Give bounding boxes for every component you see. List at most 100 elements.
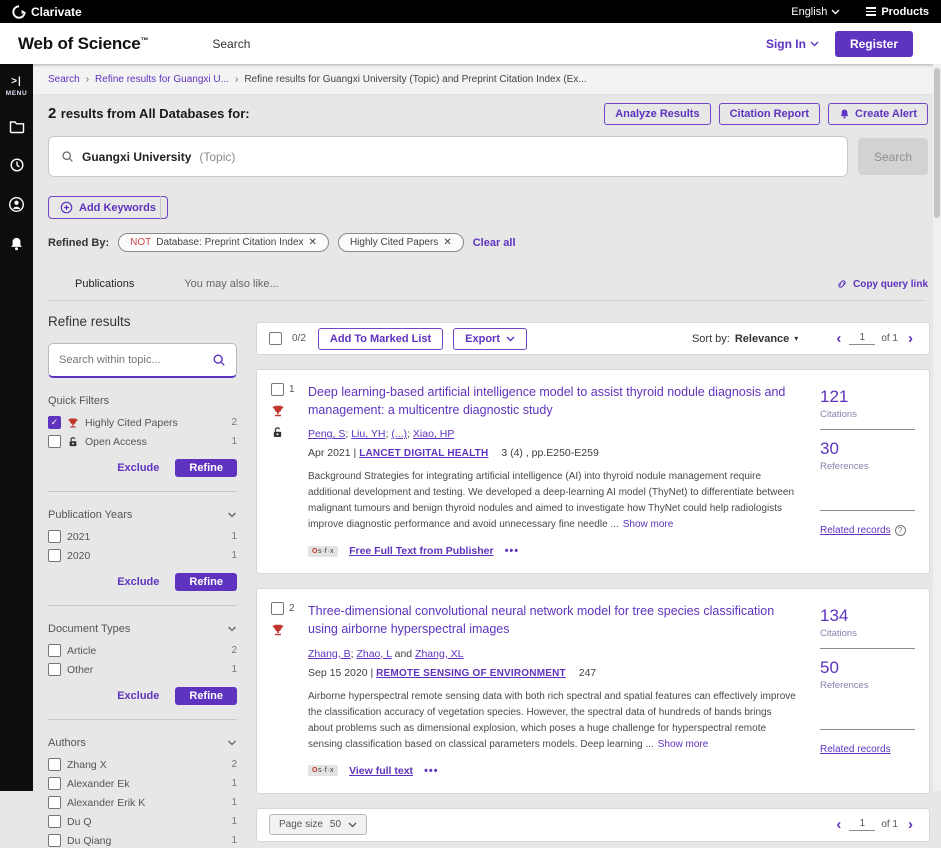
account-icon[interactable] xyxy=(8,196,25,213)
checkbox-author[interactable] xyxy=(48,834,61,847)
result-checkbox[interactable] xyxy=(271,602,284,615)
help-icon[interactable]: ? xyxy=(895,525,906,536)
open-access-lock-icon xyxy=(271,426,284,439)
menu-expand-icon[interactable]: >| xyxy=(11,76,22,87)
facet-item-author: Du Qiang 1 xyxy=(48,833,237,848)
tab-you-may-also-like[interactable]: You may also like... xyxy=(184,278,278,290)
journal-link[interactable]: LANCET DIGITAL HEALTH xyxy=(359,448,488,459)
author-link[interactable]: Zhang, B xyxy=(308,648,351,660)
checkbox-author[interactable] xyxy=(48,777,61,790)
facet-label[interactable]: Other xyxy=(67,664,93,676)
author-link[interactable]: Zhang, XL xyxy=(415,648,463,660)
prev-page-icon[interactable]: ‹ xyxy=(832,330,845,347)
checkbox-highly-cited[interactable] xyxy=(48,416,61,429)
refine-button[interactable]: Refine xyxy=(175,687,237,705)
sfx-resolver-badge[interactable]: Os·f·x xyxy=(308,765,338,776)
facet-label[interactable]: Highly Cited Papers xyxy=(85,417,178,429)
create-alert-label: Create Alert xyxy=(855,108,917,120)
checkbox-open-access[interactable] xyxy=(48,435,61,448)
facet-label[interactable]: Zhang X xyxy=(67,759,107,771)
full-text-link[interactable]: Free Full Text from Publisher xyxy=(349,545,494,557)
full-text-link[interactable]: View full text xyxy=(349,765,413,777)
refine-button[interactable]: Refine xyxy=(175,573,237,591)
products-menu[interactable]: Products xyxy=(866,6,929,18)
select-all-checkbox[interactable] xyxy=(269,332,282,345)
copy-query-link[interactable]: Copy query link xyxy=(836,278,928,290)
refine-button[interactable]: Refine xyxy=(175,459,237,477)
add-to-marked-list-button[interactable]: Add To Marked List xyxy=(318,328,443,350)
search-query-box[interactable]: Guangxi University (Topic) xyxy=(48,136,848,177)
search-button[interactable]: Search xyxy=(858,138,928,175)
sign-in-link[interactable]: Sign In xyxy=(766,37,819,51)
remove-filter-icon[interactable]: ✕ xyxy=(309,237,317,248)
results-summary: 2 results from All Databases for: xyxy=(48,105,250,123)
breadcrumb-refine-short[interactable]: Refine results for Guangxi U... xyxy=(95,74,229,85)
checkbox-other[interactable] xyxy=(48,663,61,676)
remove-filter-icon[interactable]: ✕ xyxy=(443,237,451,248)
language-selector[interactable]: English xyxy=(791,6,840,18)
page-number-input[interactable]: 1 xyxy=(849,332,875,345)
scrollbar-thumb[interactable] xyxy=(934,68,940,218)
breadcrumb-search[interactable]: Search xyxy=(48,74,80,85)
pill-text: Database: Preprint Citation Index xyxy=(156,237,303,248)
page-number-input[interactable]: 1 xyxy=(849,818,875,831)
create-alert-button[interactable]: Create Alert xyxy=(828,103,928,125)
author-link[interactable]: Xiao, HP xyxy=(413,428,454,440)
related-records-link[interactable]: Related records xyxy=(820,525,891,536)
facet-label[interactable]: 2021 xyxy=(67,531,90,543)
author-link[interactable]: Liu, YH xyxy=(351,428,385,440)
facet-label[interactable]: Du Qiang xyxy=(67,835,111,847)
facet-document-types-header[interactable]: Document Types xyxy=(48,623,237,635)
sort-control[interactable]: Sort by: Relevance ▾ xyxy=(692,333,798,345)
checkbox-2021[interactable] xyxy=(48,530,61,543)
author-link[interactable]: (...) xyxy=(391,428,407,440)
more-options-icon[interactable]: ••• xyxy=(505,545,520,557)
facet-publication-years-header[interactable]: Publication Years xyxy=(48,509,237,521)
checkbox-author[interactable] xyxy=(48,815,61,828)
bell-icon[interactable] xyxy=(9,236,24,252)
journal-link[interactable]: REMOTE SENSING OF ENVIRONMENT xyxy=(376,668,566,679)
facet-authors-header[interactable]: Authors xyxy=(48,737,237,749)
more-options-icon[interactable]: ••• xyxy=(424,765,439,777)
page-size-selector[interactable]: Page size 50 xyxy=(269,814,367,835)
author-link[interactable]: Peng, S xyxy=(308,428,345,440)
checkbox-article[interactable] xyxy=(48,644,61,657)
checkbox-author[interactable] xyxy=(48,758,61,771)
exclude-link[interactable]: Exclude xyxy=(117,576,159,588)
facet-label[interactable]: Alexander Erik K xyxy=(67,797,145,809)
search-icon[interactable] xyxy=(212,353,226,367)
show-more-link[interactable]: Show more xyxy=(658,739,709,750)
facet-label[interactable]: Open Access xyxy=(85,436,147,448)
result-title-link[interactable]: Three-dimensional convolutional neural n… xyxy=(308,602,798,638)
citation-report-button[interactable]: Citation Report xyxy=(719,103,820,125)
analyze-results-button[interactable]: Analyze Results xyxy=(604,103,710,125)
exclude-link[interactable]: Exclude xyxy=(117,690,159,702)
sfx-resolver-badge[interactable]: Os·f·x xyxy=(308,546,338,557)
author-link[interactable]: Zhao, L xyxy=(356,648,391,660)
history-icon[interactable] xyxy=(9,157,25,173)
nav-search-link[interactable]: Search xyxy=(212,37,250,51)
folder-icon[interactable] xyxy=(9,120,25,134)
result-checkbox[interactable] xyxy=(271,383,284,396)
web-of-science-logo[interactable]: Web of Science™ xyxy=(18,34,148,54)
clear-all-link[interactable]: Clear all xyxy=(473,237,516,249)
search-within-input[interactable] xyxy=(59,354,206,366)
facet-label[interactable]: Du Q xyxy=(67,816,92,828)
tab-publications[interactable]: Publications xyxy=(75,278,134,290)
facet-label[interactable]: Article xyxy=(67,645,96,657)
facet-label[interactable]: 2020 xyxy=(67,550,90,562)
checkbox-author[interactable] xyxy=(48,796,61,809)
exclude-link[interactable]: Exclude xyxy=(117,462,159,474)
result-title-link[interactable]: Deep learning-based artificial intellige… xyxy=(308,383,798,419)
prev-page-icon[interactable]: ‹ xyxy=(832,816,845,833)
export-button[interactable]: Export xyxy=(453,328,527,350)
next-page-icon[interactable]: › xyxy=(904,330,917,347)
next-page-icon[interactable]: › xyxy=(904,816,917,833)
clarivate-logo[interactable]: Clarivate xyxy=(12,5,82,19)
related-records-link[interactable]: Related records xyxy=(820,744,891,755)
facet-label[interactable]: Alexander Ek xyxy=(67,778,129,790)
register-button[interactable]: Register xyxy=(835,31,913,57)
show-more-link[interactable]: Show more xyxy=(623,519,674,530)
add-keywords-button[interactable]: Add Keywords xyxy=(48,196,168,219)
checkbox-2020[interactable] xyxy=(48,549,61,562)
